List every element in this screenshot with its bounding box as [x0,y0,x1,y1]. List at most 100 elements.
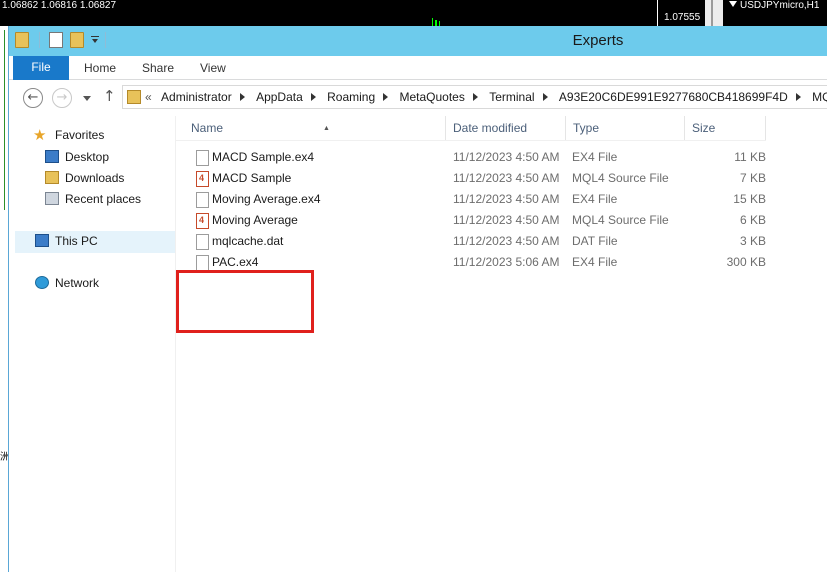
file-date: 11/12/2023 4:50 AM [453,192,560,206]
chart-scale-block [705,0,723,26]
file-row-moving-average[interactable]: Moving Average 11/12/2023 4:50 AM MQL4 S… [176,210,776,231]
file-row-moving-average-ex4[interactable]: Moving Average.ex4 11/12/2023 4:50 AM EX… [176,189,776,210]
breadcrumb-metaquotes[interactable]: MetaQuotes [399,90,464,104]
tab-view[interactable]: View [200,56,226,80]
computer-icon [35,234,49,247]
chevron-right-icon[interactable] [310,93,316,102]
tab-share[interactable]: Share [142,56,174,80]
file-row-mqlcache-dat[interactable]: mqlcache.dat 11/12/2023 4:50 AM DAT File… [176,231,776,252]
file-name: Moving Average [212,213,298,227]
annotation-highlight-box [176,270,314,333]
column-header-type[interactable]: Type [566,116,685,140]
file-type: MQL4 Source File [572,171,669,185]
up-button[interactable]: ↑ [103,87,116,105]
file-name: MACD Sample [212,171,292,185]
file-type: EX4 File [572,255,618,269]
chevron-right-icon[interactable] [542,93,548,102]
file-date: 11/12/2023 4:50 AM [453,213,560,227]
tab-file[interactable]: File [13,56,69,80]
column-label: Date modified [453,121,528,135]
file-icon [196,234,209,250]
file-icon [196,192,209,208]
chart-indicator-line [4,30,5,210]
file-size: 11 KB [734,150,766,164]
file-name: Moving Average.ex4 [212,192,321,206]
file-type: EX4 File [572,192,618,206]
tab-home[interactable]: Home [84,56,116,80]
back-button[interactable]: ← [23,88,43,108]
chart-candle [432,18,433,26]
breadcrumb-roaming[interactable]: Roaming [327,90,375,104]
recent-locations-chevron-icon[interactable] [83,96,91,101]
column-label: Type [573,121,600,135]
sort-ascending-icon: ▲ [323,125,330,132]
address-row: ← → ↑ « Administrator AppData Roaming Me… [9,81,827,113]
file-type: DAT File [572,234,618,248]
forward-button[interactable]: → [52,88,72,108]
nav-item-favorites[interactable]: ★ Favorites [33,125,104,145]
chevron-right-icon[interactable] [472,93,478,102]
star-icon: ★ [33,127,47,144]
file-name: MACD Sample.ex4 [212,150,315,164]
file-date: 11/12/2023 4:50 AM [453,234,560,248]
nav-label: Downloads [65,171,125,185]
downloads-folder-icon [45,171,59,184]
breadcrumb-administrator[interactable]: Administrator [161,90,232,104]
breadcrumb-appdata[interactable]: AppData [256,90,303,104]
desktop-icon [45,150,59,163]
nav-item-downloads[interactable]: Downloads [45,168,124,188]
file-date: 11/12/2023 5:06 AM [453,255,560,269]
price-label: 1.07555 [664,12,701,23]
chart-scale-line [711,0,713,26]
mql-file-icon [196,213,209,229]
column-header-date-modified[interactable]: Date modified [446,116,566,140]
window-title: Experts [572,32,624,49]
chevron-right-icon[interactable] [383,93,389,102]
nav-label: Recent places [65,192,142,206]
file-size: 6 KB [739,213,766,227]
file-size: 7 KB [739,171,766,185]
breadcrumb-mql4[interactable]: MQL4 [812,90,827,104]
chart-panel-divider [657,0,658,26]
breadcrumb-terminal[interactable]: Terminal [489,90,534,104]
file-size: 15 KB [733,192,766,206]
dropdown-arrow-icon [729,1,737,7]
terminal-header [0,0,827,26]
nav-item-network[interactable]: Network [35,273,99,293]
mql-file-icon [196,171,209,187]
chevron-right-icon[interactable] [239,93,245,102]
file-row-macd-sample[interactable]: MACD Sample 11/12/2023 4:50 AM MQL4 Sour… [176,168,776,189]
nav-label: Favorites [55,128,105,142]
file-icon [196,255,209,271]
address-bar[interactable]: « Administrator AppData Roaming MetaQuot… [122,85,827,109]
column-label: Size [692,121,716,135]
nav-label: This PC [55,234,98,248]
file-type: MQL4 Source File [572,213,669,227]
nav-item-this-pc[interactable]: This PC [35,231,98,251]
title-bar[interactable]: Experts [9,26,827,56]
symbol-label: USDJPYmicro,H1 [740,0,820,11]
column-header-size[interactable]: Size [685,116,766,140]
file-date: 11/12/2023 4:50 AM [453,171,560,185]
breadcrumb-terminal-id[interactable]: A93E20C6DE991E9277680CB418699F4D [559,90,788,104]
column-label: Name [191,121,224,135]
quote-text: 1.06862 1.06816 1.06827 [2,0,116,11]
chevron-right-icon[interactable] [795,93,801,102]
column-header-name[interactable]: Name ▲ [184,116,446,140]
breadcrumb: « Administrator AppData Roaming MetaQuot… [145,90,827,104]
folder-icon [127,90,141,104]
explorer-window: Experts File Home Share View ← → ↑ « Adm… [8,26,827,572]
nav-item-desktop[interactable]: Desktop [45,147,109,167]
file-size: 300 KB [726,255,766,269]
nav-label: Desktop [65,150,110,164]
ribbon-tabs: File Home Share View [9,56,827,80]
file-row-macd-sample-ex4[interactable]: MACD Sample.ex4 11/12/2023 4:50 AM EX4 F… [176,147,776,168]
file-list: Name ▲ Date modified Type Size MACD Samp… [176,116,827,572]
network-icon [35,276,49,289]
file-type: EX4 File [572,150,618,164]
navigation-pane: ★ Favorites Desktop Downloads Recent plac… [9,116,175,572]
nav-item-recent-places[interactable]: Recent places [45,189,141,209]
file-icon [196,150,209,166]
recent-places-icon [45,192,59,205]
overflow-chevron-icon[interactable]: « [145,90,152,104]
